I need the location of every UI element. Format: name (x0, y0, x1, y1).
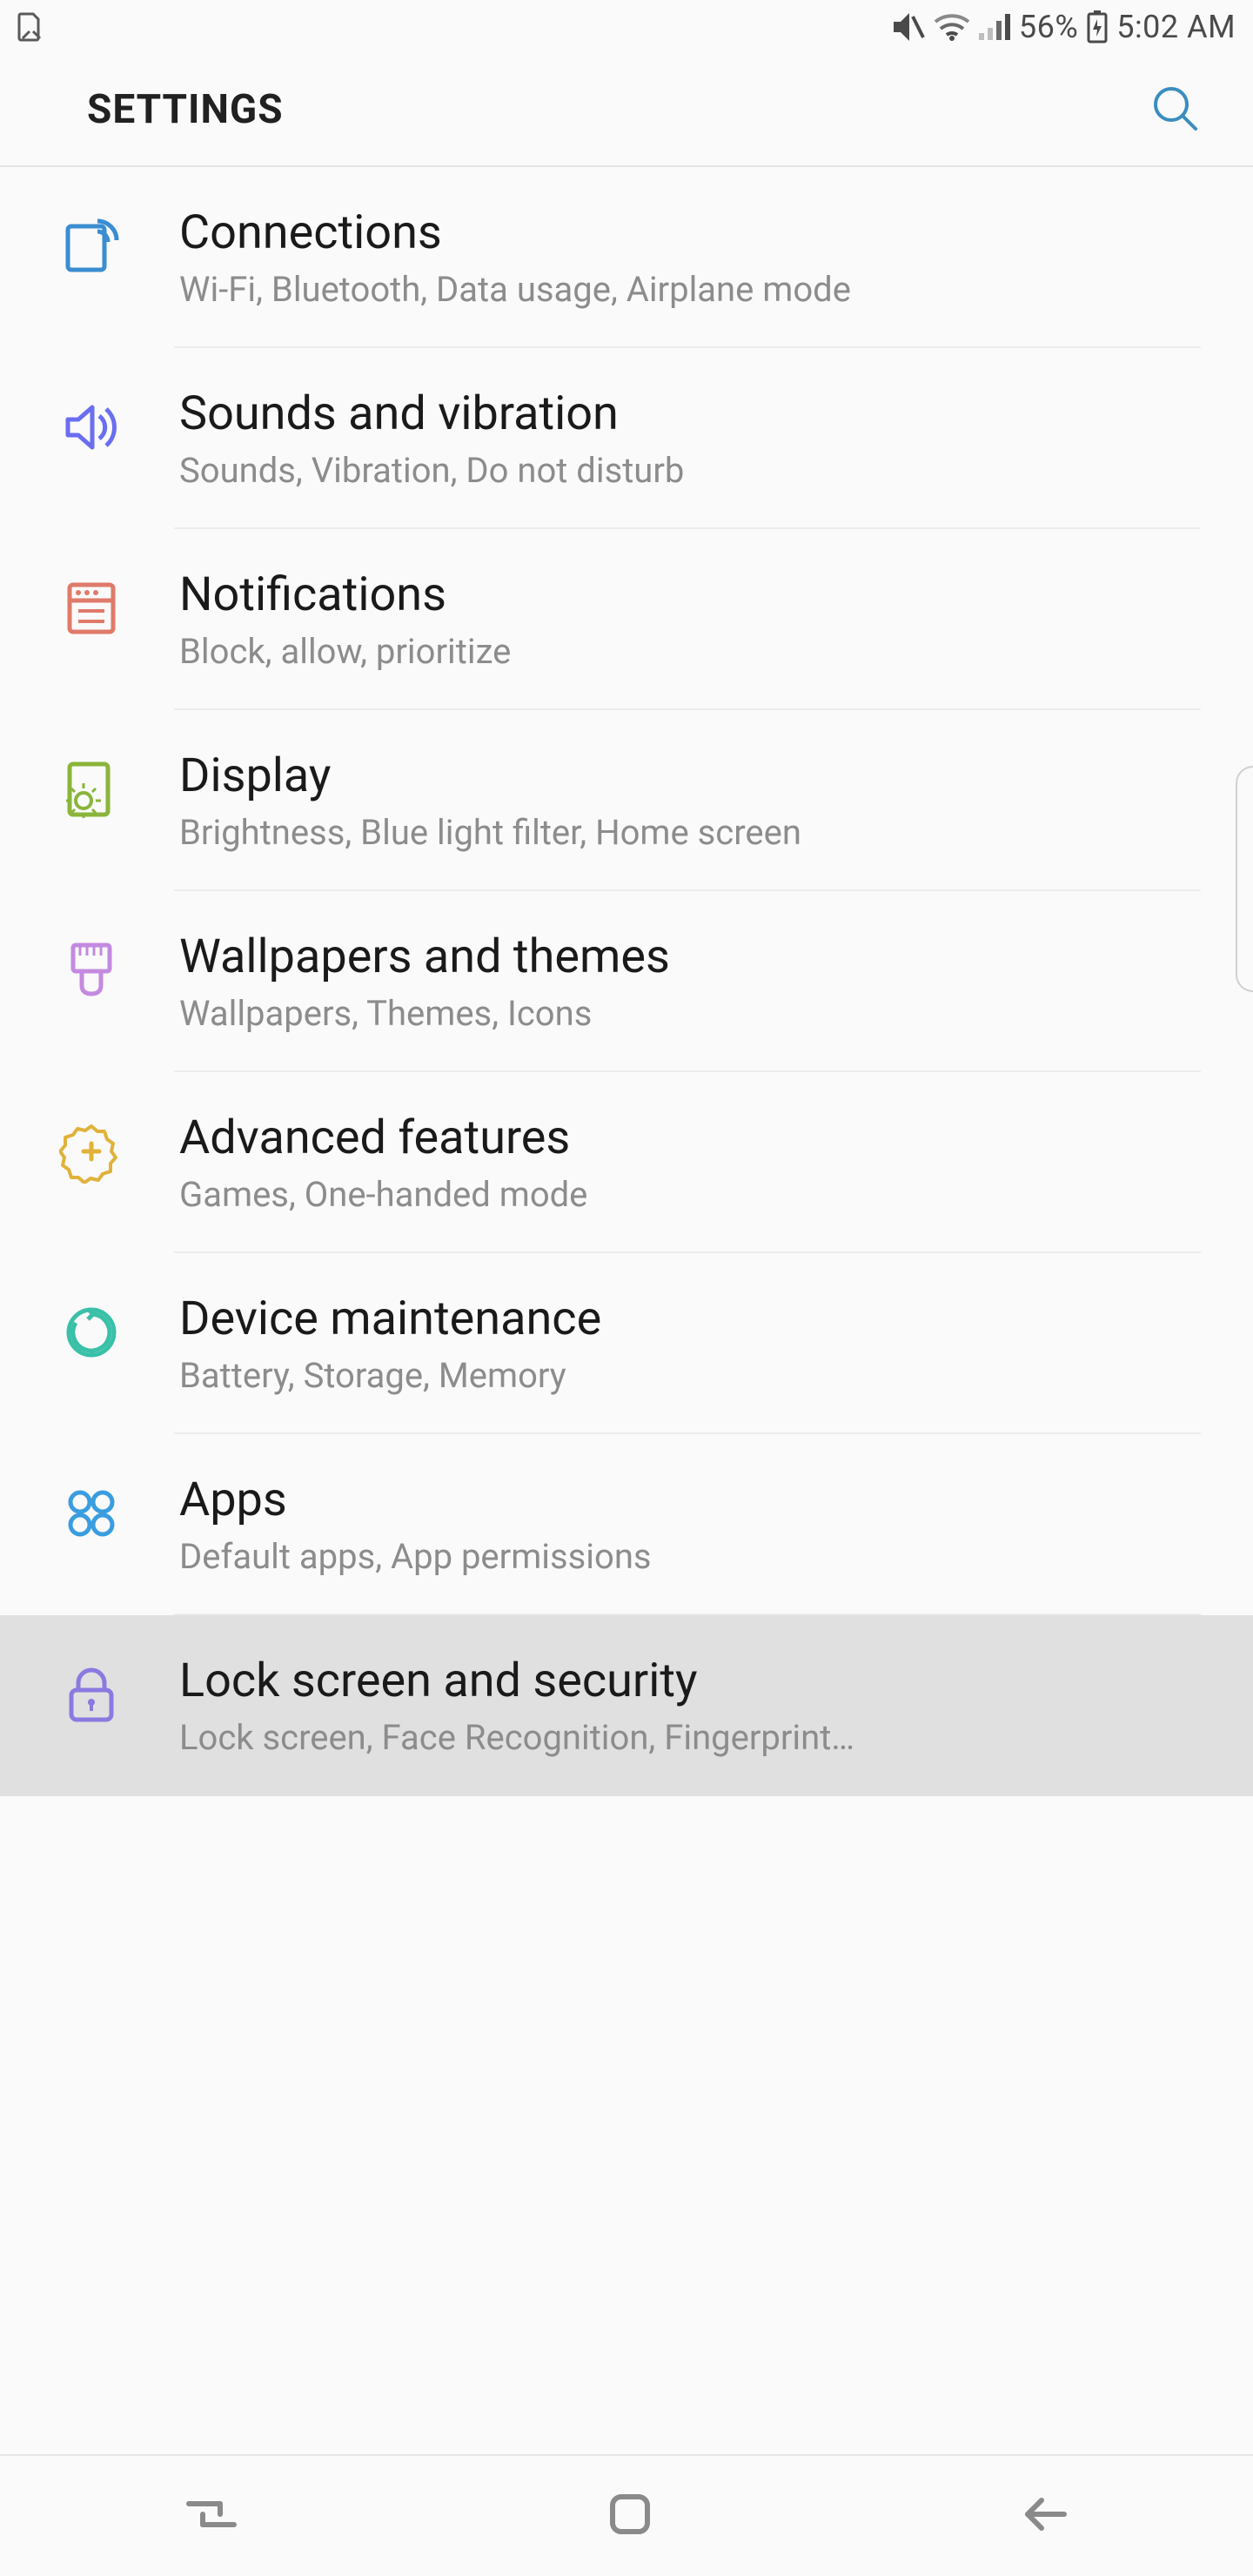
item-sub: Brightness, Blue light filter, Home scre… (179, 812, 1201, 853)
item-sub: Sounds, Vibration, Do not disturb (179, 450, 1201, 491)
display-icon (59, 757, 124, 825)
signal-icon (979, 14, 1010, 40)
search-icon[interactable] (1149, 82, 1201, 138)
item-sub: Lock screen, Face Recognition, Fingerpri… (179, 1717, 1201, 1758)
item-title: Sounds and vibration (179, 386, 1201, 441)
scroll-handle[interactable] (1236, 766, 1253, 992)
settings-item-peek (0, 1794, 1253, 1864)
connections-icon (59, 214, 124, 282)
wallpaper-icon (59, 938, 124, 1006)
item-title: Device maintenance (179, 1291, 1201, 1346)
apps-icon (59, 1481, 124, 1549)
settings-item-display[interactable]: Display Brightness, Blue light filter, H… (0, 710, 1253, 891)
item-title: Display (179, 748, 1201, 803)
recent-apps-button[interactable] (182, 2493, 241, 2539)
item-title: Lock screen and security (179, 1654, 1201, 1708)
back-button[interactable] (1019, 2493, 1071, 2539)
page-title: SETTINGS (87, 86, 284, 133)
item-sub: Wallpapers, Themes, Icons (179, 993, 1201, 1034)
settings-item-notifications[interactable]: Notifications Block, allow, prioritize (0, 529, 1253, 710)
maintenance-icon (59, 1300, 124, 1368)
navigation-bar (0, 2454, 1253, 2576)
clock-text: 5:02 AM (1116, 9, 1236, 45)
status-bar: 56% 5:02 AM (0, 0, 1253, 54)
item-sub: Block, allow, prioritize (179, 631, 1201, 672)
item-sub: Wi-Fi, Bluetooth, Data usage, Airplane m… (179, 269, 1201, 310)
lock-icon (59, 1662, 124, 1730)
sim-icon (17, 12, 42, 42)
battery-percent: 56% (1019, 9, 1078, 45)
settings-item-maintenance[interactable]: Device maintenance Battery, Storage, Mem… (0, 1253, 1253, 1434)
item-title: Apps (179, 1472, 1201, 1527)
item-title: Connections (179, 205, 1201, 260)
settings-item-sounds[interactable]: Sounds and vibration Sounds, Vibration, … (0, 348, 1253, 529)
item-title: Wallpapers and themes (179, 929, 1201, 984)
item-title: Notifications (179, 567, 1201, 622)
item-sub: Games, One-handed mode (179, 1174, 1201, 1215)
battery-icon (1087, 10, 1108, 44)
mute-icon (890, 11, 925, 43)
settings-item-connections[interactable]: Connections Wi-Fi, Bluetooth, Data usage… (0, 167, 1253, 348)
wifi-icon (934, 13, 970, 41)
notifications-icon (59, 576, 124, 644)
app-bar: SETTINGS (0, 54, 1253, 167)
settings-item-apps[interactable]: Apps Default apps, App permissions (0, 1434, 1253, 1615)
sound-icon (59, 395, 124, 463)
item-title: Advanced features (179, 1110, 1201, 1165)
settings-item-advanced[interactable]: Advanced features Games, One-handed mode (0, 1072, 1253, 1253)
settings-list: Connections Wi-Fi, Bluetooth, Data usage… (0, 167, 1253, 1796)
item-sub: Default apps, App permissions (179, 1536, 1201, 1577)
settings-item-wallpapers[interactable]: Wallpapers and themes Wallpapers, Themes… (0, 891, 1253, 1072)
item-sub: Battery, Storage, Memory (179, 1355, 1201, 1396)
advanced-icon (59, 1119, 124, 1187)
settings-item-lock-screen[interactable]: Lock screen and security Lock screen, Fa… (0, 1615, 1253, 1796)
home-button[interactable] (606, 2490, 654, 2542)
